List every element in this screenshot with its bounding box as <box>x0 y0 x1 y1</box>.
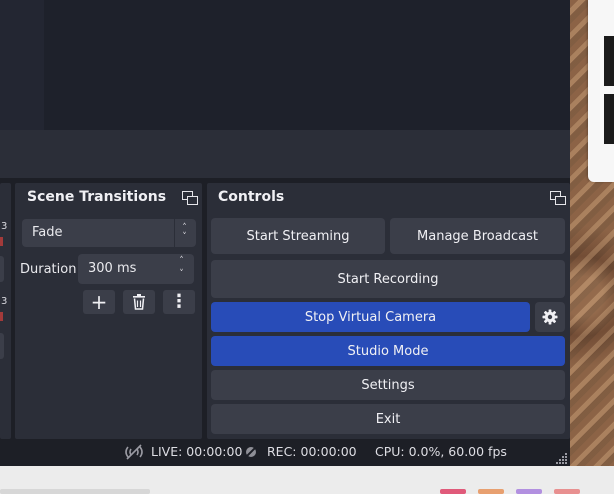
stop-virtual-camera-button[interactable]: Stop Virtual Camera <box>211 302 530 332</box>
taskbar-item[interactable] <box>0 489 150 494</box>
mixer-control <box>0 256 4 282</box>
background-window <box>588 0 614 182</box>
preview-toolbar-area <box>0 130 570 178</box>
resize-grip-icon[interactable] <box>556 452 568 464</box>
duration-label: Duration <box>20 262 77 277</box>
obs-window: 3 3 Scene Transitions Fade ˄ ˅ Duration … <box>0 0 570 466</box>
mixer-control <box>0 333 4 359</box>
taskbar-item[interactable] <box>478 489 504 494</box>
mixer-value-text: 3 <box>1 296 8 307</box>
studio-mode-button[interactable]: Studio Mode <box>211 336 565 366</box>
dock-float-icon[interactable] <box>182 191 198 205</box>
dock-title: Controls <box>218 189 285 205</box>
gear-icon <box>542 309 558 325</box>
mixer-meter <box>0 237 3 246</box>
taskbar-item[interactable] <box>554 489 580 494</box>
start-streaming-button[interactable]: Start Streaming <box>211 218 385 254</box>
audio-mixer-dock-fragment: 3 3 <box>0 183 11 439</box>
mixer-value-text: 3 <box>1 221 8 232</box>
plus-icon: + <box>90 290 108 314</box>
mixer-meter <box>0 312 3 321</box>
add-transition-button[interactable]: + <box>83 290 115 314</box>
manage-broadcast-button[interactable]: Manage Broadcast <box>390 218 565 254</box>
preview-canvas <box>44 0 570 130</box>
dock-float-icon[interactable] <box>550 191 566 205</box>
rec-off-icon <box>244 445 258 459</box>
background-window-block <box>604 36 614 86</box>
transition-select[interactable]: Fade <box>22 219 196 247</box>
signal-off-icon <box>125 444 143 460</box>
settings-button[interactable]: Settings <box>211 370 565 400</box>
virtual-camera-settings-button[interactable] <box>535 302 565 332</box>
taskbar-item[interactable] <box>440 489 466 494</box>
background-window-block <box>604 94 614 144</box>
select-divider <box>174 219 175 247</box>
scene-transitions-dock: Scene Transitions Fade ˄ ˅ Duration 300 … <box>15 183 202 439</box>
live-timer: LIVE: 00:00:00 <box>151 444 243 459</box>
preview-side <box>0 0 44 130</box>
chevron-down-icon: ˅ <box>182 232 187 242</box>
spin-up-icon[interactable]: ˄ <box>177 257 186 266</box>
transition-select-value: Fade <box>32 225 63 240</box>
more-vertical-icon: ⋮ <box>170 291 188 312</box>
taskbar-item[interactable] <box>516 489 542 494</box>
start-recording-button[interactable]: Start Recording <box>211 260 565 298</box>
remove-transition-button[interactable] <box>123 290 155 314</box>
spin-down-icon[interactable]: ˅ <box>177 270 186 279</box>
rec-timer: REC: 00:00:00 <box>267 444 357 459</box>
controls-dock: Controls Start Streaming Manage Broadcas… <box>207 183 570 439</box>
trash-icon <box>133 294 145 310</box>
exit-button[interactable]: Exit <box>211 404 565 434</box>
dock-title: Scene Transitions <box>27 189 167 205</box>
transition-properties-button[interactable]: ⋮ <box>163 290 195 314</box>
duration-value: 300 ms <box>88 261 137 276</box>
cpu-fps-indicator: CPU: 0.0%, 60.00 fps <box>375 444 507 459</box>
